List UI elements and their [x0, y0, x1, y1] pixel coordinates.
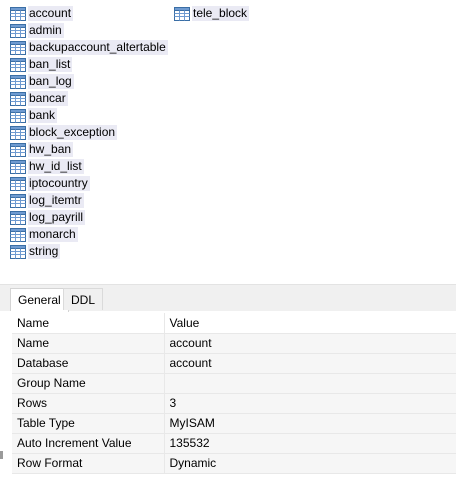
table-name: hw_ban: [28, 142, 74, 157]
table-name: account: [28, 6, 74, 21]
table-icon: [10, 142, 26, 157]
table-icon: [10, 176, 26, 191]
table-list: account admin backupaccount_altertable b…: [0, 0, 456, 285]
table-row[interactable]: Auto Increment Value 135532: [12, 433, 456, 454]
table-icon: [10, 40, 26, 55]
table-name: backupaccount_altertable: [28, 40, 168, 55]
table-item[interactable]: hw_ban: [10, 141, 74, 158]
table-icon: [174, 6, 190, 21]
table-icon: [10, 6, 26, 21]
property-name: Database: [12, 353, 165, 374]
property-name: Auto Increment Value: [12, 433, 165, 454]
property-name: Name: [12, 333, 165, 354]
column-header-value: Value: [164, 313, 456, 334]
table-name: block_exception: [28, 125, 118, 140]
table-name: log_itemtr: [28, 193, 84, 208]
property-value: account: [164, 353, 456, 374]
table-name: string: [28, 244, 61, 259]
table-item[interactable]: ban_log: [10, 73, 74, 90]
table-icon: [10, 244, 26, 259]
table-item[interactable]: admin: [10, 22, 64, 39]
table-name: tele_block: [192, 6, 250, 21]
table-item[interactable]: iptocountry: [10, 175, 90, 192]
table-icon: [10, 227, 26, 242]
table-name: hw_id_list: [28, 159, 84, 174]
table-icon: [10, 193, 26, 208]
table-item[interactable]: bank: [10, 107, 58, 124]
table-name: admin: [28, 23, 64, 38]
table-icon: [10, 210, 26, 225]
table-row[interactable]: Group Name: [12, 373, 456, 394]
property-value: [164, 373, 456, 394]
table-icon: [10, 74, 26, 89]
tab-general[interactable]: General: [10, 288, 69, 312]
property-value: 135532: [164, 433, 456, 454]
property-value: account: [164, 333, 456, 354]
table-name: monarch: [28, 227, 78, 242]
property-value: MyISAM: [164, 413, 456, 434]
property-value: 3: [164, 393, 456, 414]
table-item[interactable]: log_itemtr: [10, 192, 84, 209]
table-icon: [10, 23, 26, 38]
table-item[interactable]: string: [10, 243, 61, 260]
table-name: ban_log: [28, 74, 74, 89]
splitter-handle[interactable]: [0, 451, 3, 459]
table-row[interactable]: Row Format Dynamic: [12, 453, 456, 474]
table-icon: [10, 108, 26, 123]
table-icon: [10, 91, 26, 106]
property-name: Row Format: [12, 453, 165, 474]
table-row[interactable]: Name account: [12, 333, 456, 354]
tab-bar: General DDL: [0, 285, 456, 312]
table-name: iptocountry: [28, 176, 90, 191]
table-row[interactable]: Table Type MyISAM: [12, 413, 456, 434]
table-item[interactable]: backupaccount_altertable: [10, 39, 168, 56]
table-icon: [10, 125, 26, 140]
property-name: Rows: [12, 393, 165, 414]
property-value: Dynamic: [164, 453, 456, 474]
table-name: bank: [28, 108, 58, 123]
property-name: Table Type: [12, 413, 165, 434]
tab-ddl[interactable]: DDL: [63, 288, 104, 310]
table-row[interactable]: Rows 3: [12, 393, 456, 414]
table-item[interactable]: log_payrill: [10, 209, 86, 226]
property-name: Group Name: [12, 373, 165, 394]
table-item[interactable]: account: [10, 5, 74, 22]
column-header-name: Name: [12, 313, 165, 334]
table-icon: [10, 159, 26, 174]
table-item[interactable]: block_exception: [10, 124, 118, 141]
table-item[interactable]: bancar: [10, 90, 68, 107]
properties-table: Name Value Name account Database account…: [12, 313, 456, 474]
table-item[interactable]: monarch: [10, 226, 78, 243]
table-item[interactable]: tele_block: [174, 5, 250, 22]
table-name: bancar: [28, 91, 68, 106]
table-row[interactable]: Database account: [12, 353, 456, 374]
table-item[interactable]: hw_id_list: [10, 158, 84, 175]
table-icon: [10, 57, 26, 72]
table-header-row: Name Value: [12, 313, 456, 334]
table-item[interactable]: ban_list: [10, 56, 73, 73]
table-name: ban_list: [28, 57, 73, 72]
table-name: log_payrill: [28, 210, 86, 225]
